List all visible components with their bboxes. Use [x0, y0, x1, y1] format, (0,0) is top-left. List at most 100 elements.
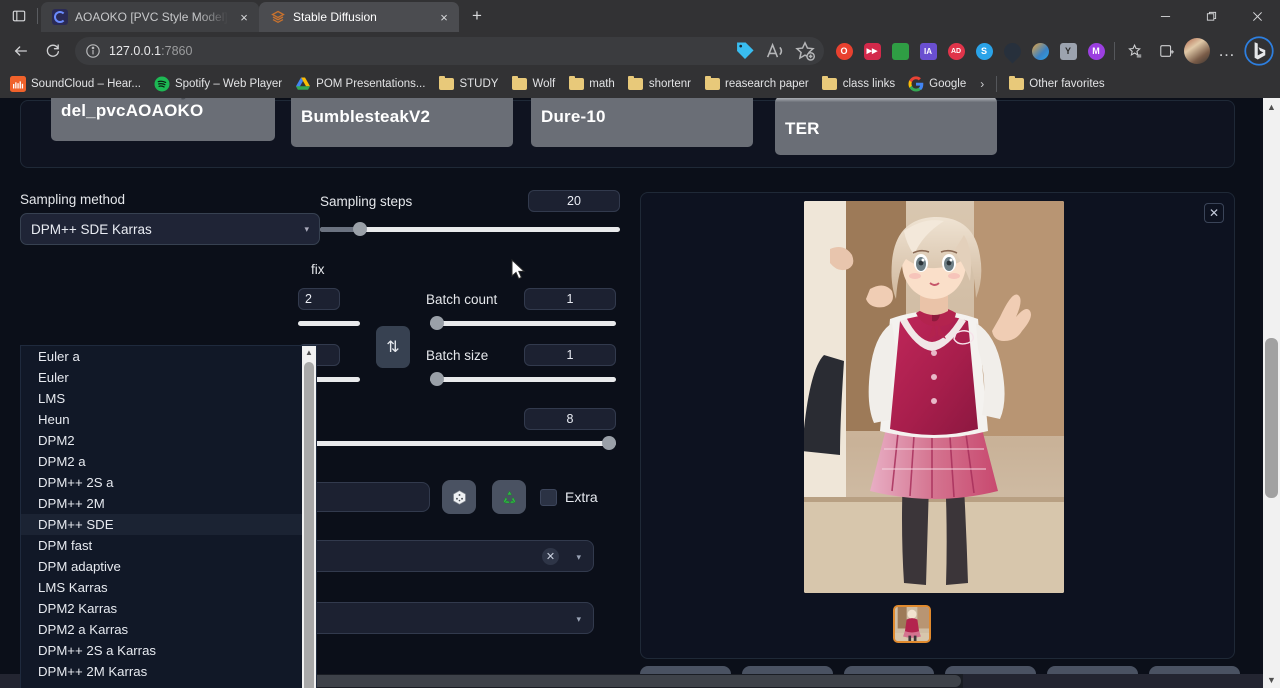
yandex-extension[interactable]: Y [1055, 38, 1081, 64]
split-screen-icon[interactable] [1152, 36, 1182, 66]
clear-icon[interactable]: ✕ [542, 548, 559, 565]
dropdown-option-dpm2-a[interactable]: DPM2 a [21, 451, 304, 472]
model-card-ter[interactable]: TER [775, 98, 997, 155]
bookmark-math[interactable]: math [562, 73, 621, 95]
dropdown-option-dpmpp-sde[interactable]: DPM++ SDE [21, 514, 304, 535]
bookmark-soundcloud[interactable]: SoundCloud – Hear... [4, 73, 147, 95]
reuse-seed-recycle-button[interactable] [492, 480, 526, 514]
other-favorites-button[interactable]: Other favorites [1002, 73, 1110, 95]
dropdown-option-dpmpp-2m[interactable]: DPM++ 2M [21, 493, 304, 514]
bookmarks-overflow-chevron[interactable]: › [973, 77, 991, 91]
dropdown-option-dpmpp-2s-a-karras[interactable]: DPM++ 2S a Karras [21, 640, 304, 661]
read-aloud-icon[interactable] [764, 40, 786, 62]
tab-stable-diffusion[interactable]: Stable Diffusion × [259, 2, 459, 32]
slider-knob[interactable] [353, 222, 367, 236]
dropdown-option-dpm-adaptive[interactable]: DPM adaptive [21, 556, 304, 577]
random-seed-dice-button[interactable] [442, 480, 476, 514]
bookmark-wolf[interactable]: Wolf [505, 73, 561, 95]
shopping-tag-icon[interactable] [734, 40, 756, 62]
scrollbar-thumb[interactable] [1265, 338, 1278, 498]
dropdown-scrollbar[interactable]: ▲ ▼ [302, 346, 316, 688]
bookmark-pom-presentations[interactable]: POM Presentations... [289, 73, 431, 95]
close-result-button[interactable]: ✕ [1204, 203, 1224, 223]
cfg-scale-value[interactable]: 8 [524, 408, 616, 430]
new-tab-button[interactable]: + [463, 2, 491, 30]
maximize-icon[interactable] [1188, 0, 1234, 32]
bookmark-shortenr[interactable]: shortenr [622, 73, 697, 95]
sampling-steps-slider[interactable] [320, 222, 620, 236]
dropdown-option-dpmpp-2s-a[interactable]: DPM++ 2S a [21, 472, 304, 493]
slider-knob[interactable] [430, 316, 444, 330]
model-card-bumblesteak[interactable]: BumblesteakV2 [291, 98, 513, 147]
profile-avatar[interactable] [1184, 38, 1210, 64]
batch-count-slider[interactable] [430, 316, 616, 330]
close-icon[interactable] [1234, 0, 1280, 32]
collections-icon[interactable] [1120, 36, 1150, 66]
dropdown-option-dpm2[interactable]: DPM2 [21, 430, 304, 451]
scrollbar-thumb[interactable] [304, 362, 314, 688]
secondary-select[interactable]: ▾ [298, 602, 594, 634]
reload-icon[interactable] [38, 36, 68, 66]
minimize-icon[interactable] [1142, 0, 1188, 32]
tampermonkey-extension[interactable] [887, 38, 913, 64]
sampling-method-dropdown[interactable]: Euler a Euler LMS Heun DPM2 DPM2 a DPM++… [20, 345, 317, 688]
bookmark-research-paper[interactable]: reasearch paper [698, 73, 815, 95]
colorzilla-extension[interactable] [1027, 38, 1053, 64]
seed-input[interactable] [298, 482, 430, 512]
dropdown-option-dpm2-karras[interactable]: DPM2 Karras [21, 598, 304, 619]
slider-knob[interactable] [602, 436, 616, 450]
bing-copilot-icon[interactable] [1244, 36, 1274, 66]
dropdown-option-dpmpp-sde-karras[interactable]: ✓DPM++ SDE Karras [21, 682, 304, 688]
sampling-steps-value[interactable]: 20 [528, 190, 620, 212]
width-slider[interactable] [298, 316, 360, 330]
script-select[interactable]: ✕ ▾ [298, 540, 594, 572]
scroll-down-arrow-icon[interactable]: ▼ [1263, 671, 1280, 688]
dropdown-option-heun[interactable]: Heun [21, 409, 304, 430]
tab-search-icon[interactable] [4, 0, 34, 32]
location-pin-extension[interactable] [999, 38, 1025, 64]
civitai-icon [52, 9, 68, 25]
bookmark-study[interactable]: STUDY [432, 73, 504, 95]
dropdown-option-lms[interactable]: LMS [21, 388, 304, 409]
scroll-up-arrow-icon[interactable]: ▲ [302, 346, 316, 359]
model-card-aoaoko[interactable]: aoaoko-PVCStyleMo del_pvcAOAOKO [51, 98, 275, 141]
settings-more-icon[interactable]: … [1212, 36, 1242, 66]
back-arrow-icon[interactable] [6, 36, 36, 66]
add-favorite-icon[interactable] [794, 40, 816, 62]
dropdown-option-euler[interactable]: Euler [21, 367, 304, 388]
result-thumbnail[interactable] [893, 605, 931, 643]
batch-count-value[interactable]: 1 [524, 288, 616, 310]
scroll-up-arrow-icon[interactable]: ▲ [1263, 98, 1280, 115]
video-downloader-extension[interactable]: ▶▶ [859, 38, 885, 64]
extra-checkbox[interactable] [540, 489, 557, 506]
dropdown-option-dpm2-a-karras[interactable]: DPM2 a Karras [21, 619, 304, 640]
slider-knob[interactable] [430, 372, 444, 386]
sampling-method-value: DPM++ SDE Karras [31, 222, 152, 237]
cfg-scale-slider[interactable] [298, 436, 616, 450]
page-scrollbar[interactable]: ▲ ▼ [1263, 98, 1280, 688]
width-value[interactable]: 2 [298, 288, 340, 310]
monica-extension[interactable]: M [1083, 38, 1109, 64]
opera-gx-extension[interactable]: O [831, 38, 857, 64]
dropdown-option-euler-a[interactable]: Euler a [21, 346, 304, 367]
adblock-extension[interactable]: AD [943, 38, 969, 64]
tab-aoaoko[interactable]: AOAOKO [PVC Style Model] - PV × [41, 2, 259, 32]
generated-image[interactable] [804, 201, 1064, 593]
tab-close-icon[interactable]: × [235, 8, 253, 26]
tab-close-icon[interactable]: × [435, 8, 453, 26]
bookmark-spotify[interactable]: Spotify – Web Player [148, 73, 288, 95]
swap-dimensions-button[interactable]: ⇅ [376, 326, 410, 368]
site-info-icon[interactable] [85, 43, 101, 59]
dropdown-option-dpmpp-2m-karras[interactable]: DPM++ 2M Karras [21, 661, 304, 682]
bookmark-class-links[interactable]: class links [816, 73, 901, 95]
batch-size-slider[interactable] [430, 372, 616, 386]
sampling-method-select[interactable]: DPM++ SDE Karras ▾ [20, 213, 320, 245]
address-bar[interactable]: 127.0.0.1:7860 [75, 37, 824, 65]
shazam-extension[interactable]: S [971, 38, 997, 64]
dropdown-option-lms-karras[interactable]: LMS Karras [21, 577, 304, 598]
model-card-dure[interactable]: Dure-10 [531, 98, 753, 147]
dropdown-option-dpm-fast[interactable]: DPM fast [21, 535, 304, 556]
batch-size-value[interactable]: 1 [524, 344, 616, 366]
internet-archive-extension[interactable]: IA [915, 38, 941, 64]
bookmark-google[interactable]: Google [902, 73, 972, 95]
